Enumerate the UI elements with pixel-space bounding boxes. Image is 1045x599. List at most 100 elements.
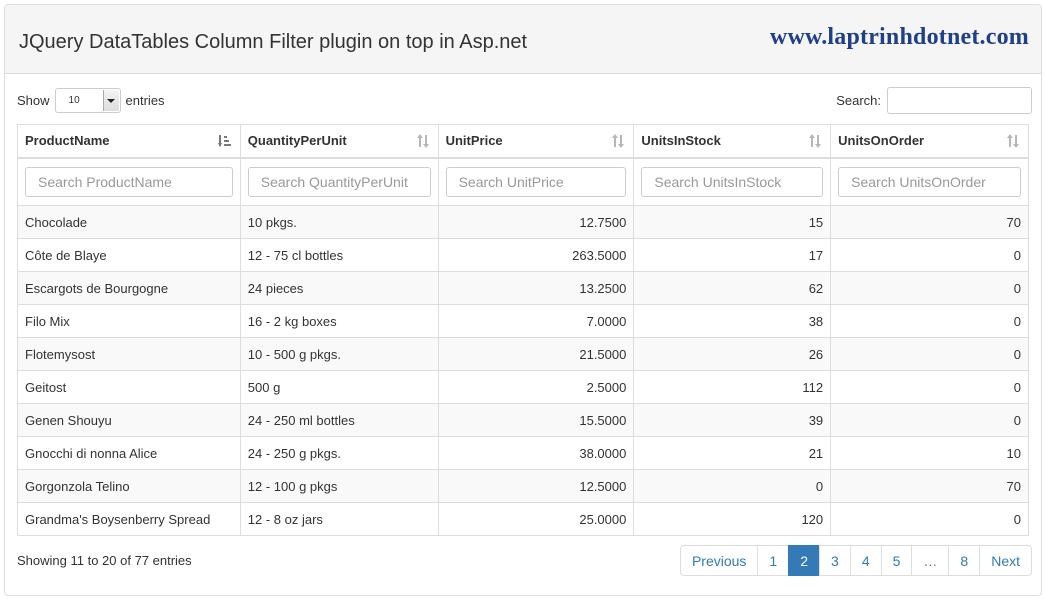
filter-cell <box>239 157 439 206</box>
search-input[interactable] <box>887 87 1032 114</box>
cell-unitsonorder: 70 <box>830 205 1029 239</box>
column-header-productname[interactable]: ProductName <box>17 124 241 159</box>
cell-quantityperunit: 16 - 2 kg boxes <box>239 304 439 338</box>
cell-productname: Gorgonzola Telino <box>17 469 241 503</box>
cell-unitsonorder: 0 <box>830 403 1029 437</box>
table-row[interactable]: Côte de Blaye 12 - 75 cl bottles 263.500… <box>17 238 1029 272</box>
page-button-1[interactable]: 1 <box>757 545 790 576</box>
filter-input-unitprice[interactable] <box>445 166 627 197</box>
panel-heading: JQuery DataTables Column Filter plugin o… <box>5 5 1041 74</box>
page-button-4[interactable]: 4 <box>849 545 882 576</box>
products-table: ProductName QuantityPerUnit UnitPrice Un… <box>17 124 1029 536</box>
cell-quantityperunit: 12 - 8 oz jars <box>239 502 439 536</box>
column-header-label: UnitPrice <box>445 133 503 149</box>
cell-unitsinstock: 21 <box>633 436 832 470</box>
cell-unitsinstock: 26 <box>633 337 832 371</box>
cell-quantityperunit: 10 - 500 g pkgs. <box>239 337 439 371</box>
cell-quantityperunit: 10 pkgs. <box>239 205 439 239</box>
table-row[interactable]: Gnocchi di nonna Alice 24 - 250 g pkgs. … <box>17 436 1029 470</box>
next-button[interactable]: Next <box>979 545 1032 576</box>
column-header-unitsonorder[interactable]: UnitsOnOrder <box>830 124 1029 159</box>
cell-productname: Côte de Blaye <box>17 238 241 272</box>
cell-unitprice: 13.2500 <box>437 271 635 305</box>
cell-quantityperunit: 24 pieces <box>239 271 439 305</box>
entries-select-value: 10 <box>68 95 80 106</box>
brand-logo: www.laptrinhdotnet.com <box>769 24 1029 50</box>
cell-unitsonorder: 0 <box>830 238 1029 272</box>
cell-unitprice: 12.7500 <box>437 205 635 239</box>
pagination: Previous 1 2 3 4 5 … 8 Next <box>679 545 1032 576</box>
filter-cell <box>830 157 1029 206</box>
cell-unitprice: 21.5000 <box>437 337 635 371</box>
cell-quantityperunit: 24 - 250 ml bottles <box>239 403 439 437</box>
chevron-down-icon[interactable] <box>102 90 119 111</box>
filter-cell <box>437 157 635 206</box>
cell-quantityperunit: 12 - 100 g pkgs <box>239 469 439 503</box>
cell-unitsinstock: 38 <box>633 304 832 338</box>
cell-unitsonorder: 70 <box>830 469 1029 503</box>
cell-quantityperunit: 24 - 250 g pkgs. <box>239 436 439 470</box>
cell-unitsinstock: 39 <box>633 403 832 437</box>
column-header-label: UnitsOnOrder <box>838 133 925 149</box>
cell-unitsonorder: 10 <box>830 436 1029 470</box>
filter-input-unitsonorder[interactable] <box>838 166 1021 197</box>
entries-select[interactable]: 10 <box>54 88 121 113</box>
table-row[interactable]: Grandma's Boysenberry Spread 12 - 8 oz j… <box>17 502 1029 536</box>
cell-productname: Grandma's Boysenberry Spread <box>17 502 241 536</box>
cell-unitsinstock: 112 <box>633 370 832 404</box>
length-control: Show 10 entries <box>17 88 165 113</box>
cell-unitsonorder: 0 <box>830 502 1029 536</box>
page-button-5[interactable]: 5 <box>880 545 913 576</box>
filter-cell <box>17 157 241 206</box>
cell-productname: Escargots de Bourgogne <box>17 271 241 305</box>
column-header-label: ProductName <box>25 133 110 149</box>
show-label: Show <box>17 93 50 108</box>
table-row[interactable]: Geitost 500 g 2.5000 112 0 <box>17 370 1029 404</box>
cell-unitprice: 25.0000 <box>437 502 635 536</box>
cell-unitprice: 263.5000 <box>437 238 635 272</box>
table-row[interactable]: Chocolade 10 pkgs. 12.7500 15 70 <box>17 205 1029 239</box>
cell-unitsinstock: 0 <box>633 469 832 503</box>
sort-both-icon <box>808 134 822 148</box>
cell-unitsinstock: 17 <box>633 238 832 272</box>
table-row[interactable]: Genen Shouyu 24 - 250 ml bottles 15.5000… <box>17 403 1029 437</box>
cell-unitsonorder: 0 <box>830 304 1029 338</box>
column-header-unitsinstock[interactable]: UnitsInStock <box>633 124 832 159</box>
cell-quantityperunit: 500 g <box>239 370 439 404</box>
sort-amount-asc-icon <box>217 134 232 148</box>
filter-input-unitsinstock[interactable] <box>641 166 824 197</box>
column-header-unitprice[interactable]: UnitPrice <box>437 124 635 159</box>
filter-input-quantityperunit[interactable] <box>247 166 431 197</box>
cell-quantityperunit: 12 - 75 cl bottles <box>239 238 439 272</box>
table-row[interactable]: Escargots de Bourgogne 24 pieces 13.2500… <box>17 271 1029 305</box>
table-row[interactable]: Filo Mix 16 - 2 kg boxes 7.0000 38 0 <box>17 304 1029 338</box>
cell-unitsonorder: 0 <box>830 337 1029 371</box>
previous-button[interactable]: Previous <box>679 545 759 576</box>
entries-label: entries <box>125 93 165 108</box>
table-row[interactable]: Flotemysost 10 - 500 g pkgs. 21.5000 26 … <box>17 337 1029 371</box>
cell-unitprice: 7.0000 <box>437 304 635 338</box>
page-button-3[interactable]: 3 <box>819 545 851 576</box>
cell-unitsonorder: 0 <box>830 271 1029 305</box>
cell-unitprice: 12.5000 <box>437 469 635 503</box>
table-row[interactable]: Gorgonzola Telino 12 - 100 g pkgs 12.500… <box>17 469 1029 503</box>
column-header-label: UnitsInStock <box>641 133 721 149</box>
cell-unitprice: 15.5000 <box>437 403 635 437</box>
column-header-quantityperunit[interactable]: QuantityPerUnit <box>239 124 439 159</box>
cell-unitsinstock: 120 <box>633 502 832 536</box>
page-button-8[interactable]: 8 <box>948 545 981 576</box>
filter-input-productname[interactable] <box>25 166 233 197</box>
sort-both-icon <box>1006 134 1020 148</box>
sort-both-icon <box>416 134 430 148</box>
search-control: Search: <box>836 87 1032 114</box>
cell-productname: Filo Mix <box>17 304 241 338</box>
search-label: Search: <box>836 93 881 108</box>
page-button-2[interactable]: 2 <box>788 545 821 576</box>
cell-productname: Genen Shouyu <box>17 403 241 437</box>
page-title: JQuery DataTables Column Filter plugin o… <box>19 31 528 53</box>
cell-productname: Chocolade <box>17 205 241 239</box>
cell-unitprice: 2.5000 <box>437 370 635 404</box>
header-row: ProductName QuantityPerUnit UnitPrice Un… <box>17 124 1029 159</box>
filter-row <box>17 157 1029 206</box>
column-header-label: QuantityPerUnit <box>247 133 347 149</box>
